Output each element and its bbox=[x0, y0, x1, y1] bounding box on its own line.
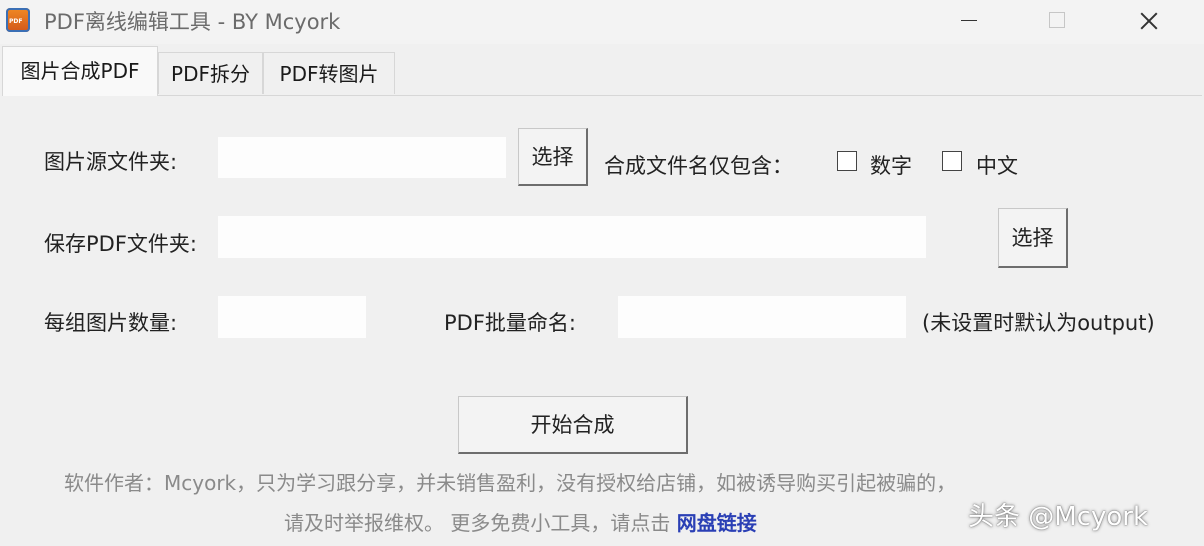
digits-checkbox[interactable] bbox=[837, 151, 857, 171]
tab-image-to-pdf[interactable]: 图片合成PDF bbox=[2, 46, 158, 96]
source-folder-label: 图片源文件夹: bbox=[44, 150, 178, 174]
source-select-button[interactable]: 选择 bbox=[518, 128, 588, 186]
footer-notice-line2-text: 请及时举报维权。 更多免费小工具，请点击 bbox=[284, 511, 671, 535]
images-per-group-label: 每组图片数量: bbox=[44, 311, 178, 335]
chinese-checkbox-label: 中文 bbox=[976, 154, 1018, 178]
filename-filter-label: 合成文件名仅包含： bbox=[604, 154, 793, 178]
netdisk-link[interactable]: 网盘链接 bbox=[677, 511, 757, 535]
start-merge-button[interactable]: 开始合成 bbox=[458, 396, 688, 454]
save-folder-label: 保存PDF文件夹: bbox=[44, 232, 197, 256]
title-bar: PDF离线编辑工具 - BY Mcyork bbox=[0, 0, 1204, 44]
tab-pdf-split[interactable]: PDF拆分 bbox=[158, 52, 263, 94]
batch-name-hint: (未设置时默认为output) bbox=[922, 311, 1155, 335]
footer-notice-line2: 请及时举报维权。 更多免费小工具，请点击 网盘链接 bbox=[284, 507, 757, 536]
save-select-button[interactable]: 选择 bbox=[998, 208, 1068, 268]
tab-strip: 图片合成PDF PDF拆分 PDF转图片 bbox=[0, 44, 1204, 96]
footer-notice-line1: 软件作者：Mcyork，只为学习跟分享，并未销售盈利，没有授权给店铺，如被诱导购… bbox=[64, 471, 957, 495]
digits-checkbox-label: 数字 bbox=[870, 154, 912, 178]
watermark: 头条 @Mcyork bbox=[968, 502, 1149, 532]
minimize-button[interactable] bbox=[946, 0, 992, 40]
images-per-group-input[interactable] bbox=[218, 296, 366, 338]
source-folder-input[interactable] bbox=[218, 137, 506, 178]
batch-name-label: PDF批量命名: bbox=[444, 311, 576, 335]
maximize-button[interactable] bbox=[1034, 0, 1080, 40]
tab-pdf-to-image[interactable]: PDF转图片 bbox=[263, 52, 395, 94]
batch-name-input[interactable] bbox=[618, 296, 906, 338]
window-title: PDF离线编辑工具 - BY Mcyork bbox=[44, 10, 341, 34]
close-button[interactable] bbox=[1126, 0, 1172, 40]
save-folder-input[interactable] bbox=[218, 216, 926, 258]
app-icon bbox=[6, 8, 30, 32]
chinese-checkbox[interactable] bbox=[942, 151, 962, 171]
